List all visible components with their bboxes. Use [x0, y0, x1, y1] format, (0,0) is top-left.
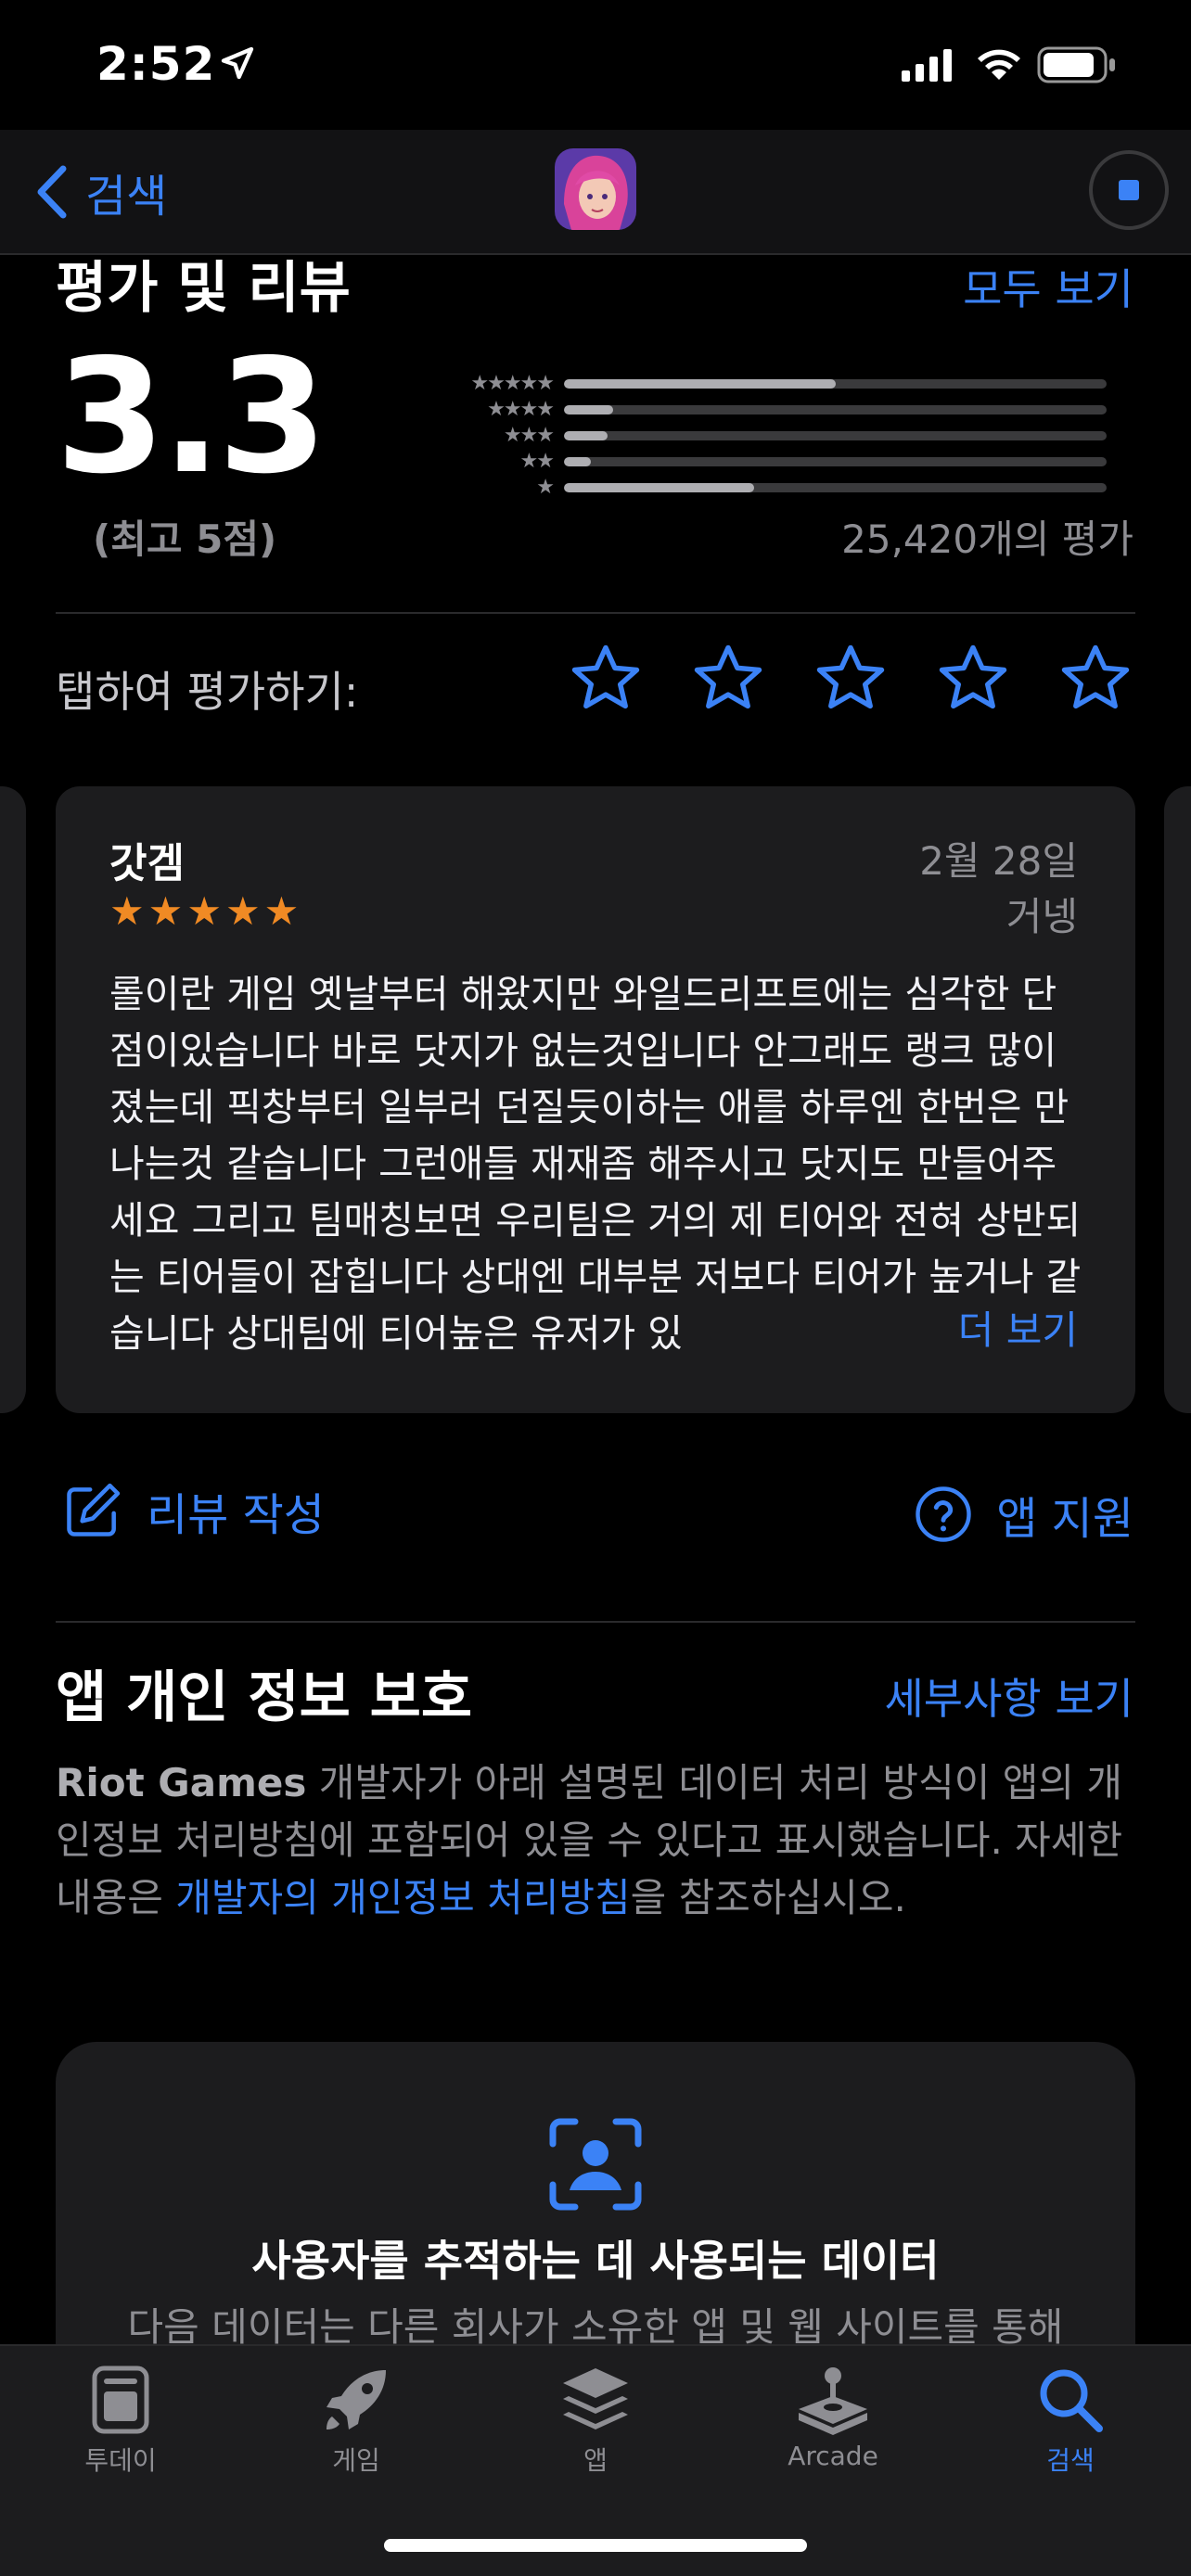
cellular-signal-icon — [902, 48, 954, 85]
tab-label: Arcade — [788, 2441, 878, 2471]
privacy-section-title: 앱 개인 정보 보호 — [56, 1665, 473, 1730]
more-link[interactable]: 더 보기 — [846, 1303, 1078, 1358]
tab-arcade[interactable]: Arcade — [749, 2363, 916, 2471]
write-review-label: 리뷰 작성 — [147, 1489, 325, 1541]
distribution-stars: ★★ — [519, 450, 555, 473]
tab-label: 검색 — [1046, 2445, 1095, 2476]
battery-icon — [1037, 46, 1117, 87]
status-time: 2:52 — [96, 37, 216, 91]
review-title: 갓겜 — [109, 840, 185, 887]
distribution-row: ★★★★ — [455, 397, 1136, 423]
star-filled-icon: ★ — [186, 888, 222, 934]
privacy-description: Riot Games 개발자가 아래 설명된 데이터 처리 방식이 앱의 개인정… — [56, 1754, 1141, 1927]
tap-to-rate-stars — [568, 640, 1133, 716]
previous-review-card[interactable] — [0, 786, 26, 1413]
distribution-stars: ★★★ — [503, 424, 555, 447]
distribution-bar — [564, 431, 608, 440]
back-label: 검색 — [85, 171, 168, 223]
rating-distribution: ★★★★★ ★★★★ ★★★ ★★ ★ — [455, 371, 1136, 501]
tab-label: 게임 — [332, 2445, 380, 2476]
ratings-count: 25,420개의 평가 — [841, 516, 1133, 562]
privacy-card-title: 사용자를 추적하는 데 사용되는 데이터 — [251, 2236, 940, 2286]
distribution-bar — [564, 405, 613, 414]
distribution-bar — [564, 457, 592, 466]
tracking-user-icon — [547, 2116, 644, 2216]
layers-icon — [512, 2363, 679, 2437]
rocket-icon — [273, 2363, 440, 2437]
star-filled-icon: ★ — [263, 888, 300, 934]
rate-star-5[interactable] — [1057, 640, 1133, 716]
distribution-row: ★★★★★ — [455, 371, 1136, 397]
distribution-row: ★★ — [455, 449, 1136, 475]
rate-star-4[interactable] — [935, 640, 1011, 716]
review-rating-stars: ★ ★ ★ ★ ★ — [109, 892, 299, 931]
score-subtitle: (최고 5점) — [93, 516, 277, 562]
app-support-label: 앱 지원 — [996, 1493, 1133, 1545]
see-all-link[interactable]: 모두 보기 — [963, 256, 1133, 317]
wifi-icon — [974, 45, 1024, 85]
distribution-bar — [564, 379, 836, 389]
question-circle-icon — [916, 1486, 971, 1542]
developer-name: Riot Games — [56, 1760, 307, 1805]
review-author: 거넹 — [1005, 894, 1078, 939]
privacy-text-part2: 을 참조하십시오. — [630, 1875, 906, 1920]
review-date: 2월 28일 — [919, 838, 1078, 884]
today-icon — [37, 2363, 204, 2437]
joystick-icon — [749, 2363, 916, 2437]
star-filled-icon: ★ — [224, 888, 261, 934]
tab-label: 투데이 — [84, 2445, 157, 2476]
compose-icon — [67, 1483, 121, 1537]
tab-today[interactable]: 투데이 — [37, 2363, 204, 2478]
back-button[interactable]: 검색 — [33, 159, 167, 224]
star-filled-icon: ★ — [109, 888, 145, 934]
distribution-stars: ★ — [536, 476, 555, 499]
see-details-link[interactable]: 세부사항 보기 — [884, 1665, 1133, 1727]
rate-star-3[interactable] — [813, 640, 889, 716]
tab-search[interactable]: 검색 — [987, 2363, 1154, 2478]
home-indicator — [384, 2539, 807, 2552]
distribution-row: ★ — [455, 475, 1136, 501]
location-arrow-icon — [219, 45, 256, 85]
tab-games[interactable]: 게임 — [273, 2363, 440, 2478]
rate-star-2[interactable] — [690, 640, 766, 716]
distribution-stars: ★★★★ — [487, 398, 555, 421]
write-review-button[interactable]: 리뷰 작성 — [61, 1478, 325, 1543]
ratings-section-title: 평가 및 리뷰 — [56, 256, 351, 321]
average-score: 3.3 — [56, 325, 327, 509]
next-review-card[interactable] — [1164, 786, 1191, 1413]
rate-star-1[interactable] — [568, 640, 644, 716]
tap-to-rate-label: 탭하여 평가하기: — [56, 667, 359, 717]
tab-apps[interactable]: 앱 — [512, 2363, 679, 2478]
tab-label: 앱 — [583, 2445, 608, 2476]
distribution-bar — [564, 483, 754, 492]
distribution-stars: ★★★★★ — [470, 372, 555, 395]
review-body: 롤이란 게임 옛날부터 해왔지만 와일드리프트에는 심각한 단점이있습니다 바로… — [109, 972, 1082, 1356]
divider — [56, 612, 1135, 614]
download-progress-button[interactable] — [1089, 150, 1169, 230]
star-filled-icon: ★ — [147, 888, 184, 934]
app-icon — [555, 148, 636, 230]
distribution-row: ★★★ — [455, 423, 1136, 449]
divider — [56, 1621, 1135, 1623]
stop-icon — [1119, 180, 1139, 200]
search-icon — [987, 2363, 1154, 2437]
app-support-button[interactable]: 앱 지원 — [913, 1482, 1133, 1547]
chevron-left-icon — [37, 165, 67, 219]
privacy-policy-link[interactable]: 개발자의 개인정보 처리방침 — [175, 1875, 630, 1920]
